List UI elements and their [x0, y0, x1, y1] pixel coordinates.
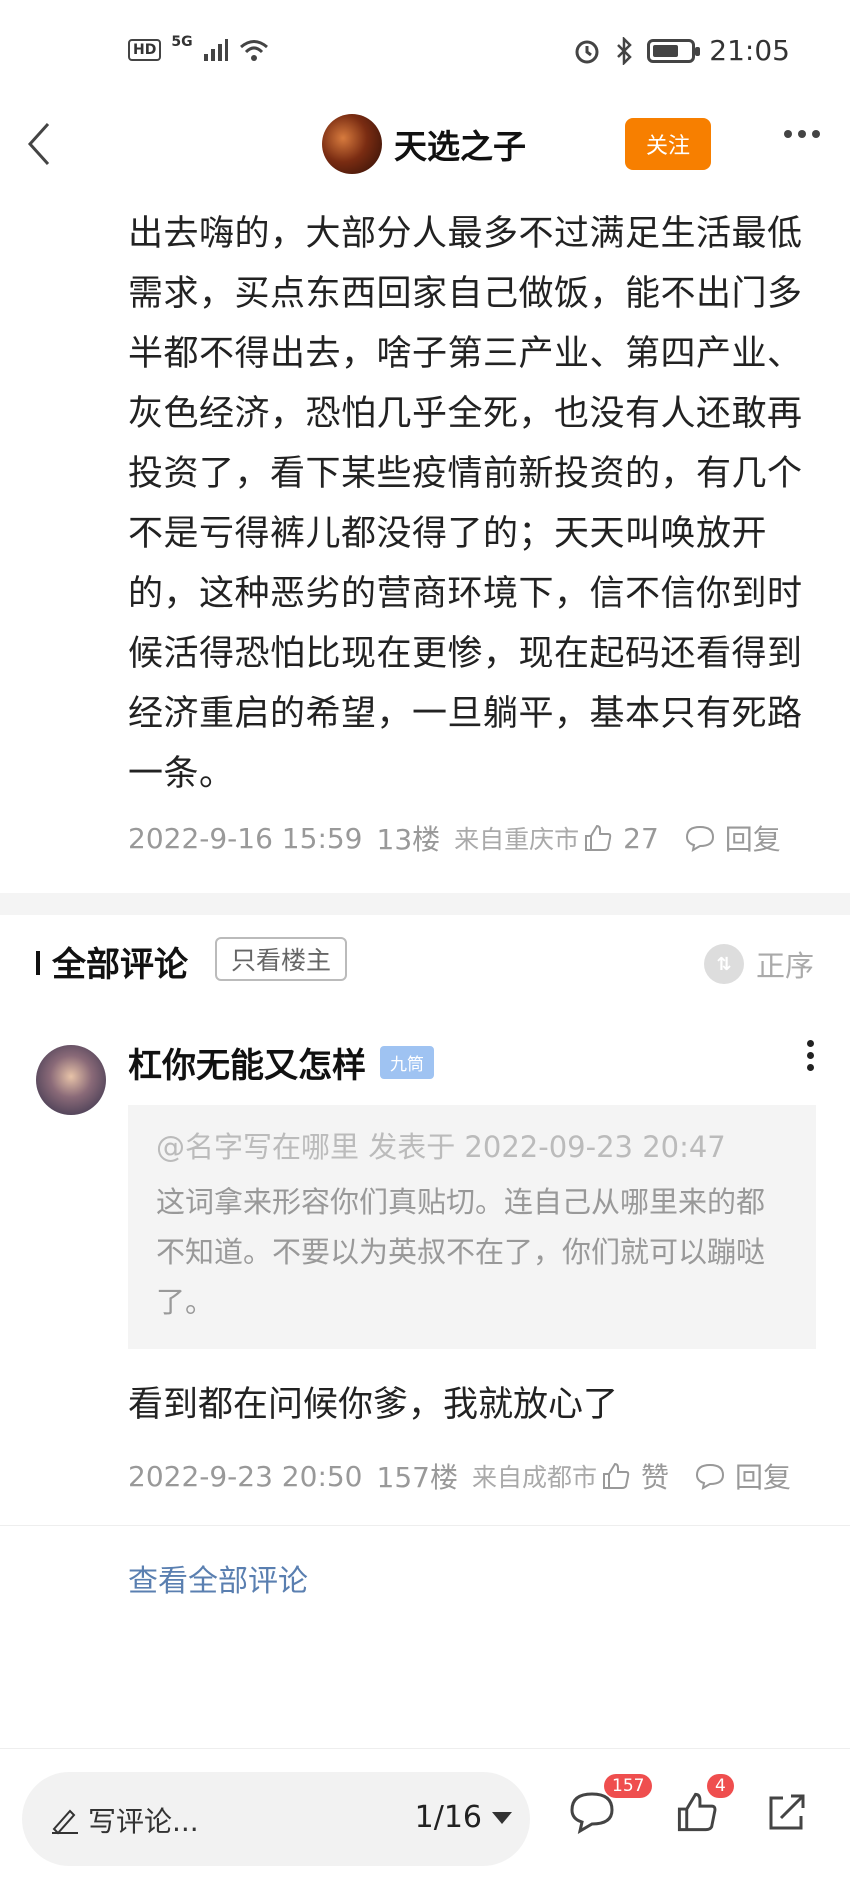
comment-location: 来自成都市	[471, 1463, 597, 1492]
author-info[interactable]: 天选之子	[322, 114, 526, 174]
wifi-icon	[239, 40, 268, 61]
post-body: 出去嗨的，大部分人最多不过满足生活最低需求，买点东西回家自己做饭，能不出门多半都…	[128, 214, 803, 794]
network-label: 5G	[171, 34, 193, 50]
post-meta: 2022-9-16 15:59 13楼 来自重庆市 27 回复	[128, 818, 818, 858]
share-button[interactable]	[765, 1790, 821, 1846]
view-all-comments-link[interactable]: 查看全部评论	[128, 1556, 308, 1600]
like-button[interactable]: 4	[675, 1774, 734, 1846]
level-badge: 九筒	[380, 1046, 434, 1079]
comment-date: 2022-9-23 20:50	[128, 1459, 363, 1493]
comment-meta: 2022-9-23 20:50 157楼 来自成都市 赞 回复	[128, 1456, 816, 1496]
comment-bubble-icon	[570, 1792, 614, 1835]
follow-button[interactable]: 关注	[625, 118, 711, 170]
quote-text: 这词拿来形容你们真贴切。连自己从哪里来的都不知道。不要以为英叔不在了，你们就可以…	[156, 1185, 766, 1319]
write-comment-label: 写评论...	[88, 1805, 199, 1838]
author-avatar[interactable]	[322, 114, 382, 174]
thumbs-up-icon	[602, 1462, 630, 1489]
post-like-count: 27	[623, 821, 659, 855]
commenter-avatar[interactable]	[36, 1045, 106, 1115]
page-selector[interactable]: 1/16	[415, 1800, 512, 1835]
comment-bubble-icon	[685, 825, 714, 852]
sort-icon: ⇅	[703, 944, 744, 984]
comment-count-badge: 157	[604, 1774, 653, 1798]
back-icon[interactable]	[20, 118, 60, 170]
commenter-info: 杠你无能又怎样 九筒	[128, 1038, 434, 1087]
only-op-button[interactable]: 只看楼主	[215, 937, 348, 981]
battery-fill	[653, 44, 679, 57]
bluetooth-icon	[617, 36, 633, 65]
section-divider	[0, 893, 850, 915]
divider	[0, 1525, 850, 1526]
comment-like-label: 赞	[640, 1461, 669, 1494]
post-reply-label: 回复	[724, 823, 781, 856]
bottom-bar: 写评论... 1/16 157 4	[0, 1750, 850, 1889]
sort-label: 正序	[755, 949, 814, 983]
write-comment-button[interactable]: 写评论...	[50, 1800, 199, 1840]
thumbs-up-icon	[585, 824, 612, 851]
dropdown-icon	[492, 1811, 512, 1824]
comments-header: 全部评论 只看楼主 ⇅ 正序	[0, 915, 850, 1015]
post-like-button[interactable]: 27	[583, 822, 659, 855]
comment-reply-button[interactable]: 回复	[695, 1456, 791, 1496]
header: 天选之子 关注	[0, 110, 850, 180]
post-floor: 13楼	[376, 823, 441, 856]
author-name[interactable]: 天选之子	[394, 120, 526, 168]
comment-like-button[interactable]: 赞	[601, 1456, 669, 1496]
alarm-icon	[575, 40, 599, 63]
post-location: 来自重庆市	[454, 825, 580, 854]
section-marker	[36, 951, 40, 975]
comment-reply-label: 回复	[734, 1461, 791, 1494]
comment-text: 看到都在问候你爹，我就放心了	[128, 1385, 619, 1425]
sort-button[interactable]: ⇅ 正序	[703, 943, 814, 985]
more-icon[interactable]	[784, 130, 820, 138]
quoted-reply[interactable]: @名字写在哪里 发表于 2022-09-23 20:47 这词拿来形容你们真贴切…	[128, 1105, 816, 1349]
comment-bubble-icon	[695, 1463, 724, 1490]
clock: 21:05	[709, 34, 790, 67]
comments-title: 全部评论	[52, 945, 188, 985]
divider	[0, 1748, 850, 1749]
post-date: 2022-9-16 15:59	[128, 821, 363, 855]
comments-button[interactable]: 157	[568, 1774, 653, 1846]
write-comment-box[interactable]: 写评论... 1/16	[22, 1772, 530, 1866]
comment-more-icon[interactable]	[807, 1040, 814, 1071]
commenter-name[interactable]: 杠你无能又怎样	[128, 1038, 366, 1087]
page-indicator: 1/16	[414, 1800, 482, 1835]
status-right: 21:05	[573, 34, 790, 67]
comment-floor: 157楼	[376, 1461, 458, 1494]
pencil-icon	[52, 1809, 78, 1835]
status-left: HD 5G	[128, 34, 269, 62]
battery-icon	[647, 38, 701, 63]
status-bar: HD 5G 21:05	[0, 0, 850, 110]
share-icon	[769, 1794, 805, 1830]
signal-icon	[203, 39, 228, 61]
hd-badge: HD	[128, 39, 162, 61]
quote-header: @名字写在哪里 发表于 2022-09-23 20:47	[156, 1130, 726, 1164]
like-count-badge: 4	[707, 1774, 734, 1798]
post-reply-button[interactable]: 回复	[685, 818, 781, 858]
